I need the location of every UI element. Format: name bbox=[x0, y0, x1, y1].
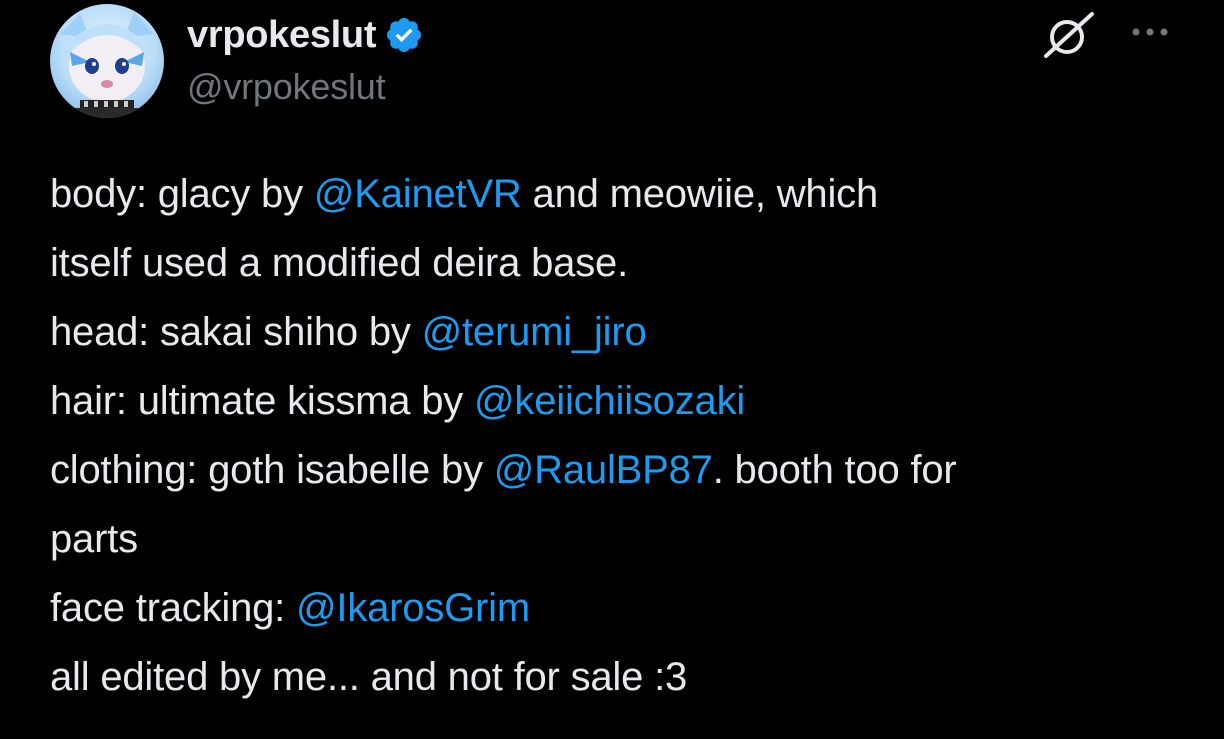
text-segment: . booth too for bbox=[712, 448, 957, 492]
tweet-text: body: glacy by @KainetVR and meowiie, wh… bbox=[50, 160, 1200, 712]
text-segment: head: sakai shiho by bbox=[50, 310, 422, 354]
text-segment: parts bbox=[50, 517, 138, 561]
tweet-line: parts bbox=[50, 505, 1200, 574]
text-segment: and meowiie, which bbox=[521, 172, 879, 216]
mention-link[interactable]: @KainetVR bbox=[314, 172, 522, 216]
tweet-line: all edited by me... and not for sale :3 bbox=[50, 643, 1200, 712]
tweet-line: face tracking: @IkarosGrim bbox=[50, 574, 1200, 643]
grok-icon[interactable] bbox=[1040, 10, 1098, 60]
text-segment: body: glacy by bbox=[50, 172, 314, 216]
tweet-line: itself used a modified deira base. bbox=[50, 229, 1200, 298]
text-segment: itself used a modified deira base. bbox=[50, 241, 628, 285]
avatar[interactable] bbox=[50, 4, 164, 118]
author-display-name[interactable]: vrpokeslut bbox=[187, 14, 376, 57]
mention-link[interactable]: @keiichiisozaki bbox=[474, 379, 745, 423]
tweet: vrpokeslut @vrpokeslut body: glacy by @K… bbox=[0, 0, 1224, 739]
tweet-line: head: sakai shiho by @terumi_jiro bbox=[50, 298, 1200, 367]
text-segment: clothing: goth isabelle by bbox=[50, 448, 494, 492]
avatar-image bbox=[50, 4, 164, 118]
mention-link[interactable]: @terumi_jiro bbox=[422, 310, 647, 354]
author-handle[interactable]: @vrpokeslut bbox=[187, 66, 386, 108]
verified-badge-icon[interactable] bbox=[384, 15, 424, 55]
mention-link[interactable]: @RaulBP87 bbox=[494, 448, 713, 492]
text-segment: face tracking: bbox=[50, 586, 297, 630]
author-name-row: vrpokeslut bbox=[187, 10, 424, 60]
text-segment: all edited by me... and not for sale :3 bbox=[50, 655, 688, 699]
tweet-line: body: glacy by @KainetVR and meowiie, wh… bbox=[50, 160, 1200, 229]
tweet-line: hair: ultimate kissma by @keiichiisozaki bbox=[50, 367, 1200, 436]
tweet-line: clothing: goth isabelle by @RaulBP87. bo… bbox=[50, 436, 1200, 505]
text-segment: hair: ultimate kissma by bbox=[50, 379, 475, 423]
more-options-icon[interactable] bbox=[1128, 14, 1172, 50]
mention-link[interactable]: @IkarosGrim bbox=[296, 586, 530, 630]
